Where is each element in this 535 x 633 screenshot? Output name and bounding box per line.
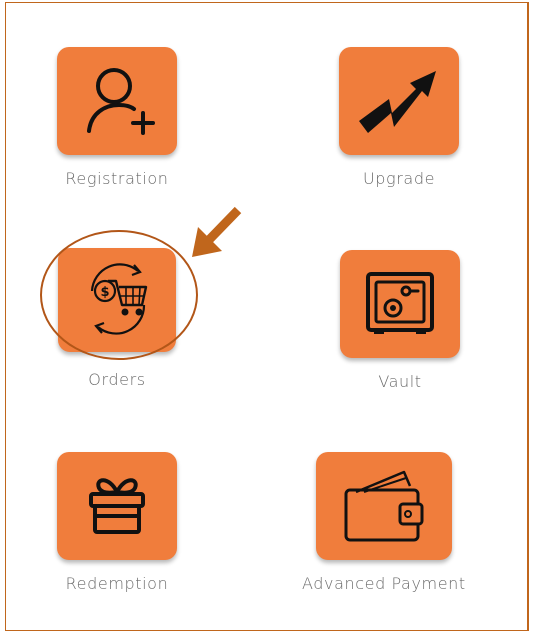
- registration-label: Registration: [65, 169, 169, 188]
- advanced-payment-tile[interactable]: Advanced Payment: [302, 452, 466, 593]
- registration-tile[interactable]: Registration: [57, 47, 177, 188]
- redemption-label: Redemption: [65, 574, 169, 593]
- redemption-button[interactable]: [57, 452, 177, 560]
- redemption-tile[interactable]: Redemption: [57, 452, 177, 593]
- highlight-circle: [40, 230, 198, 360]
- vault-button[interactable]: [340, 250, 460, 358]
- vault-tile[interactable]: Vault: [340, 250, 460, 391]
- user-add-icon: [87, 68, 155, 135]
- pointer-arrow-icon: [192, 206, 242, 257]
- vault-label: Vault: [378, 372, 422, 391]
- safe-icon: [366, 272, 434, 334]
- advanced-payment-label: Advanced Payment: [302, 574, 466, 593]
- advanced-payment-button[interactable]: [315, 452, 452, 560]
- gift-icon: [89, 478, 145, 534]
- wallet-icon: [344, 470, 424, 542]
- registration-button[interactable]: [57, 47, 177, 155]
- upgrade-label: Upgrade: [362, 169, 436, 188]
- trend-arrow-icon: [359, 71, 436, 133]
- orders-label: Orders: [88, 370, 146, 389]
- upgrade-button[interactable]: [339, 47, 459, 155]
- upgrade-tile[interactable]: Upgrade: [339, 47, 459, 188]
